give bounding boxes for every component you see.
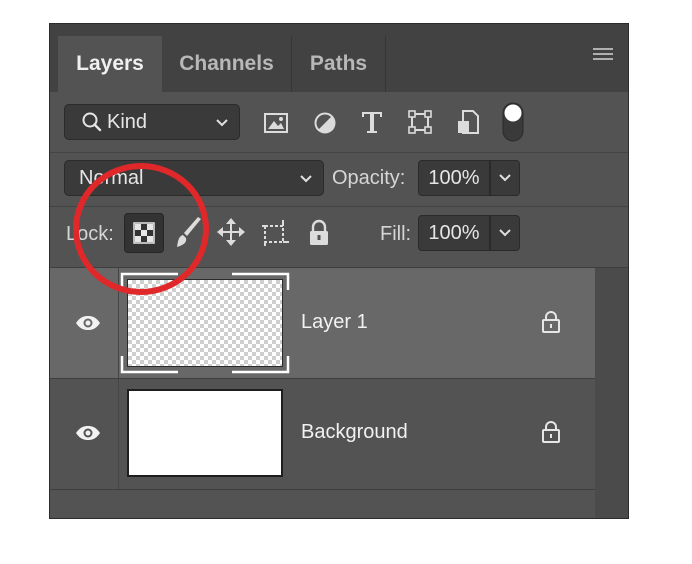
- chevron-down-icon: [300, 175, 312, 183]
- eye-icon: [76, 316, 100, 330]
- fill-label: Fill:: [380, 223, 412, 245]
- layer-row[interactable]: Background: [50, 379, 595, 489]
- fill-slider-button[interactable]: [490, 215, 520, 251]
- layers-panel: Layers Channels Paths Kind Normal Opacit…: [49, 23, 629, 519]
- opacity-input[interactable]: 100%: [418, 160, 490, 196]
- lock-icon: [542, 421, 560, 443]
- opacity-label: Opacity:: [332, 167, 406, 189]
- filter-shape-layers-icon[interactable]: [407, 109, 433, 135]
- checkerboard-icon: [133, 222, 155, 244]
- lock-image-pixels-button[interactable]: [172, 214, 206, 252]
- lock-position-button[interactable]: [214, 214, 248, 250]
- lock-artboard-button[interactable]: [258, 216, 292, 250]
- layer-name[interactable]: Layer 1: [301, 311, 368, 334]
- blend-mode-dropdown[interactable]: Normal: [64, 160, 324, 196]
- fill-input[interactable]: 100%: [418, 215, 490, 251]
- eye-icon: [76, 426, 100, 440]
- filter-adjustment-layers-icon[interactable]: [312, 110, 338, 136]
- layer-row[interactable]: Layer 1: [50, 268, 595, 378]
- filter-toggle-switch[interactable]: [502, 102, 524, 142]
- filter-pixel-layers-icon[interactable]: [263, 110, 289, 136]
- panel-tab-bar: Layers Channels Paths: [50, 24, 628, 92]
- lock-transparent-pixels-button[interactable]: [124, 213, 164, 253]
- visibility-toggle[interactable]: [50, 379, 119, 489]
- filter-kind-dropdown[interactable]: Kind: [64, 104, 240, 140]
- opacity-slider-button[interactable]: [490, 160, 520, 196]
- selection-brackets: [120, 272, 290, 374]
- scrollbar-track[interactable]: [595, 268, 628, 518]
- chevron-down-icon: [499, 174, 511, 182]
- lock-icon: [310, 219, 328, 245]
- divider: [50, 152, 628, 153]
- move-icon: [217, 218, 245, 246]
- layer-name[interactable]: Background: [301, 421, 408, 444]
- lock-all-button[interactable]: [304, 216, 334, 250]
- tab-paths[interactable]: Paths: [292, 36, 386, 92]
- artboard-icon: [262, 220, 289, 246]
- blend-mode-value: Normal: [79, 166, 144, 189]
- chevron-down-icon: [216, 119, 228, 127]
- chevron-down-icon: [499, 229, 511, 237]
- visibility-toggle[interactable]: [50, 268, 119, 378]
- layer-thumbnail-white: [127, 389, 283, 477]
- filter-type-layers-icon[interactable]: [359, 108, 385, 136]
- panel-menu-icon[interactable]: [593, 48, 613, 64]
- tab-layers[interactable]: Layers: [58, 36, 162, 92]
- tab-channels[interactable]: Channels: [162, 36, 292, 92]
- filter-kind-value: Kind: [107, 110, 148, 133]
- divider: [50, 206, 628, 207]
- filter-smart-objects-icon[interactable]: [455, 108, 481, 136]
- divider: [50, 489, 595, 490]
- lock-label: Lock:: [66, 223, 114, 245]
- lock-icon: [542, 311, 560, 333]
- search-icon: [82, 112, 102, 132]
- brush-icon: [177, 217, 201, 247]
